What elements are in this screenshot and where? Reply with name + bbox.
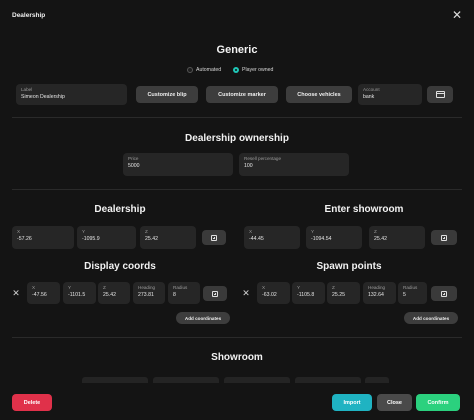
choose-vehicles-button[interactable]: Choose vehicles: [286, 86, 352, 103]
display-x-value[interactable]: -47.56: [32, 291, 56, 299]
divider: [12, 189, 462, 190]
price-field-value[interactable]: 5000: [128, 162, 229, 170]
account-field-value[interactable]: bank: [363, 93, 418, 101]
enter-showroom-z-field[interactable]: Z 25.42: [369, 226, 425, 249]
customize-blip-button[interactable]: Customize blip: [136, 86, 198, 103]
enter-showroom-pick-coords-button[interactable]: [431, 230, 457, 245]
enter-showroom-heading: Enter showroom: [324, 204, 404, 215]
divider: [12, 117, 462, 118]
radio-automated-label: Automated: [196, 67, 222, 73]
label-field[interactable]: Label Simeon Dealership: [16, 84, 127, 105]
pick-location-icon: [441, 290, 447, 297]
spawn-radius-field[interactable]: Radius 5: [398, 282, 427, 304]
display-radius-value[interactable]: 8: [173, 291, 196, 299]
account-field[interactable]: Account bank: [358, 84, 422, 105]
radio-automated-indicator[interactable]: [187, 67, 193, 73]
display-add-coordinates-button[interactable]: Add coordinates: [176, 312, 230, 324]
enter-showroom-y-field[interactable]: Y -1094.54: [306, 226, 362, 249]
import-button[interactable]: Import: [332, 394, 372, 411]
dealership-y-field[interactable]: Y -1095.9: [77, 226, 136, 249]
enter-showroom-x-field[interactable]: X -44.45: [244, 226, 300, 249]
generic-heading: Generic: [216, 44, 258, 56]
spawn-y-value[interactable]: -1105.8: [297, 291, 321, 299]
card-icon: [435, 91, 445, 98]
radio-player-owned-indicator[interactable]: [233, 67, 239, 73]
radio-player-owned[interactable]: Player owned: [233, 67, 273, 73]
label-field-value[interactable]: Simeon Dealership: [21, 93, 123, 101]
radio-player-owned-label: Player owned: [242, 67, 274, 73]
radio-automated[interactable]: Automated: [187, 67, 221, 73]
display-x-field[interactable]: X -47.56: [27, 282, 60, 304]
dealership-y-value[interactable]: -1095.9: [82, 235, 132, 243]
pick-location-icon: [212, 290, 218, 297]
showroom-field[interactable]: [153, 377, 219, 383]
enter-showroom-z-value[interactable]: 25.42: [374, 235, 421, 243]
window-title: Dealership: [12, 12, 46, 19]
showroom-field[interactable]: [295, 377, 361, 383]
account-select-button[interactable]: [427, 86, 453, 103]
spawn-x-field[interactable]: X -63.02: [257, 282, 290, 304]
display-pick-coords-button[interactable]: [203, 286, 227, 301]
spawn-add-coordinates-button[interactable]: Add coordinates: [404, 312, 458, 324]
display-z-field[interactable]: Z 25.42: [98, 282, 130, 304]
showroom-heading: Showroom: [211, 352, 263, 363]
pick-location-icon: [441, 234, 447, 241]
spawn-z-field[interactable]: Z 25.25: [327, 282, 360, 304]
showroom-field[interactable]: [82, 377, 148, 383]
enter-showroom-x-value[interactable]: -44.45: [249, 235, 296, 243]
showroom-field[interactable]: [224, 377, 290, 383]
spawn-points-heading: Spawn points: [316, 261, 382, 272]
confirm-button[interactable]: Confirm: [416, 394, 460, 411]
dealership-x-value[interactable]: -57.26: [17, 235, 70, 243]
delete-button[interactable]: Delete: [12, 394, 52, 411]
resell-percentage-value[interactable]: 100: [244, 162, 345, 170]
spawn-pick-coords-button[interactable]: [431, 286, 457, 301]
spawn-radius-value[interactable]: 5: [403, 291, 423, 299]
display-y-field[interactable]: Y -1101.5: [63, 282, 96, 304]
dealership-z-field[interactable]: Z 25.42: [140, 226, 196, 249]
pick-location-icon: [211, 234, 217, 241]
close-icon[interactable]: ✕: [451, 9, 463, 21]
display-z-value[interactable]: 25.42: [103, 291, 126, 299]
display-y-value[interactable]: -1101.5: [68, 291, 92, 299]
spawn-z-value[interactable]: 25.25: [332, 291, 356, 299]
remove-display-coord-icon[interactable]: ✕: [12, 289, 20, 298]
display-radius-field[interactable]: Radius 8: [168, 282, 200, 304]
customize-marker-button[interactable]: Customize marker: [206, 86, 278, 103]
dealership-z-value[interactable]: 25.42: [145, 235, 192, 243]
display-heading-value[interactable]: 273.81: [138, 291, 161, 299]
spawn-heading-field[interactable]: Heading 132.64: [363, 282, 396, 304]
resell-percentage-field[interactable]: Resell percentage 100: [239, 153, 349, 176]
spawn-heading-value[interactable]: 132.64: [368, 291, 392, 299]
dealership-pick-coords-button[interactable]: [202, 230, 226, 245]
dealership-x-field[interactable]: X -57.26: [12, 226, 74, 249]
display-heading-field[interactable]: Heading 273.81: [133, 282, 165, 304]
ownership-heading: Dealership ownership: [185, 133, 289, 144]
spawn-y-field[interactable]: Y -1105.8: [292, 282, 325, 304]
title-bar: Dealership ✕: [0, 0, 474, 32]
spawn-x-value[interactable]: -63.02: [262, 291, 286, 299]
remove-spawn-point-icon[interactable]: ✕: [242, 289, 250, 298]
close-button[interactable]: Close: [377, 394, 412, 411]
enter-showroom-y-value[interactable]: -1094.54: [311, 235, 358, 243]
divider: [12, 337, 462, 338]
dealership-heading: Dealership: [94, 204, 146, 215]
showroom-field[interactable]: [365, 377, 389, 383]
display-coords-heading: Display coords: [84, 261, 156, 272]
price-field[interactable]: Price 5000: [123, 153, 233, 176]
